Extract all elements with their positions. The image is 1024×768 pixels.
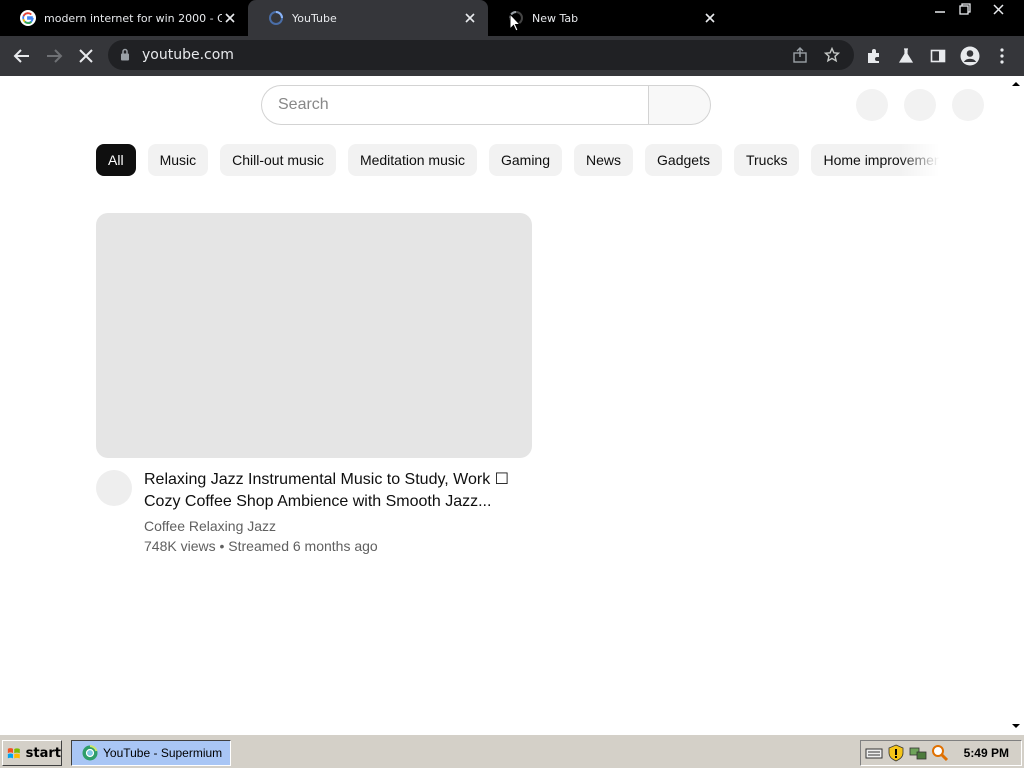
stop-loading-button[interactable] — [74, 44, 98, 68]
bookmark-star-icon[interactable] — [824, 47, 840, 63]
video-thumbnail[interactable] — [96, 213, 532, 458]
extensions-button[interactable] — [862, 44, 886, 68]
system-tray: 5:49 PM — [860, 740, 1022, 766]
share-icon[interactable] — [792, 47, 808, 63]
chip-news[interactable]: News — [574, 144, 634, 176]
mouse-cursor-icon — [509, 13, 521, 32]
video-title[interactable]: Relaxing Jazz Instrumental Music to Stud… — [144, 469, 524, 513]
tab-title: YouTube — [292, 11, 337, 25]
view-count: 748K views — [144, 538, 216, 554]
puzzle-icon — [868, 49, 879, 63]
security-shield-icon[interactable] — [887, 744, 905, 762]
keyboard-icon[interactable] — [865, 744, 883, 762]
forward-arrow-icon — [47, 49, 63, 63]
windows-logo-icon — [7, 747, 20, 759]
stream-age: Streamed 6 months ago — [228, 538, 378, 554]
chip-trucks[interactable]: Trucks — [733, 144, 800, 176]
address-bar[interactable]: youtube.com — [108, 40, 854, 70]
tab-strip: modern internet for win 2000 - Goo YouTu… — [0, 0, 1024, 36]
taskbar-item-supermium[interactable]: YouTube - Supermium — [71, 740, 231, 766]
side-panel-icon — [930, 49, 946, 63]
close-window-button[interactable] — [984, 0, 1012, 18]
video-card[interactable]: Relaxing Jazz Instrumental Music to Stud… — [96, 213, 532, 563]
channel-name[interactable]: Coffee Relaxing Jazz — [144, 518, 276, 534]
restore-icon — [959, 3, 971, 15]
tab-youtube[interactable]: YouTube — [248, 0, 488, 36]
chip-all[interactable]: All — [96, 144, 136, 176]
close-icon — [79, 49, 93, 63]
scroll-down-arrow-icon[interactable] — [1011, 722, 1021, 730]
tab-google-search[interactable]: modern internet for win 2000 - Goo — [0, 0, 248, 36]
notifications-button-placeholder[interactable] — [904, 89, 936, 121]
lock-icon — [121, 48, 129, 61]
filter-chips-bar: All Music Chill-out music Meditation mus… — [96, 144, 942, 177]
tab-title: New Tab — [532, 11, 579, 25]
chip-chill-out-music[interactable]: Chill-out music — [220, 144, 336, 176]
tab-title: modern internet for win 2000 - Goo — [44, 11, 222, 25]
account-avatar-placeholder[interactable] — [952, 89, 984, 121]
back-arrow-icon — [13, 49, 29, 63]
address-url: youtube.com — [142, 47, 234, 63]
meta-separator: • — [219, 538, 225, 554]
create-button-placeholder[interactable] — [856, 89, 888, 121]
google-g-icon — [20, 10, 36, 26]
search-icon[interactable] — [931, 744, 949, 762]
close-tab-icon[interactable] — [702, 10, 718, 26]
profile-button[interactable] — [958, 44, 982, 68]
taskbar-clock: 5:49 PM — [963, 746, 1009, 760]
chip-gaming[interactable]: Gaming — [488, 144, 563, 176]
scroll-up-arrow-icon[interactable] — [1011, 80, 1021, 88]
video-metadata: 748K views • Streamed 6 months ago — [144, 538, 378, 554]
minimize-icon — [935, 11, 945, 13]
taskbar-item-label: YouTube - Supermium — [103, 746, 223, 760]
flask-icon — [898, 48, 914, 63]
chip-music[interactable]: Music — [147, 144, 209, 176]
windows-taskbar: start YouTube - Supermium 5:49 PM — [0, 734, 1024, 768]
search-input[interactable] — [261, 85, 648, 125]
youtube-page: All Music Chill-out music Meditation mus… — [0, 76, 1024, 734]
close-tab-icon[interactable] — [222, 10, 238, 26]
loading-spinner-icon — [269, 11, 283, 25]
back-button[interactable] — [10, 44, 34, 68]
channel-avatar[interactable] — [96, 470, 132, 506]
forward-button[interactable] — [42, 44, 66, 68]
side-panel-button[interactable] — [926, 44, 950, 68]
minimize-button[interactable] — [926, 0, 954, 18]
chip-gadgets[interactable]: Gadgets — [645, 144, 722, 176]
close-icon — [992, 3, 1004, 15]
tab-new-tab[interactable]: New Tab — [488, 0, 728, 36]
labs-button[interactable] — [894, 44, 918, 68]
browser-menu-button[interactable] — [990, 44, 1014, 68]
search-button[interactable] — [648, 85, 711, 125]
browser-toolbar: youtube.com — [0, 36, 1024, 76]
profile-avatar-icon — [960, 46, 980, 66]
restore-button[interactable] — [951, 0, 979, 18]
chip-meditation-music[interactable]: Meditation music — [347, 144, 477, 176]
start-label: start — [25, 745, 61, 761]
more-vert-icon — [1000, 48, 1004, 64]
chips-fade-overlay — [900, 144, 944, 177]
close-tab-icon[interactable] — [462, 10, 478, 26]
search-box — [261, 85, 711, 125]
supermium-icon — [82, 745, 98, 761]
network-icon[interactable] — [909, 744, 927, 762]
start-button[interactable]: start — [2, 740, 62, 766]
